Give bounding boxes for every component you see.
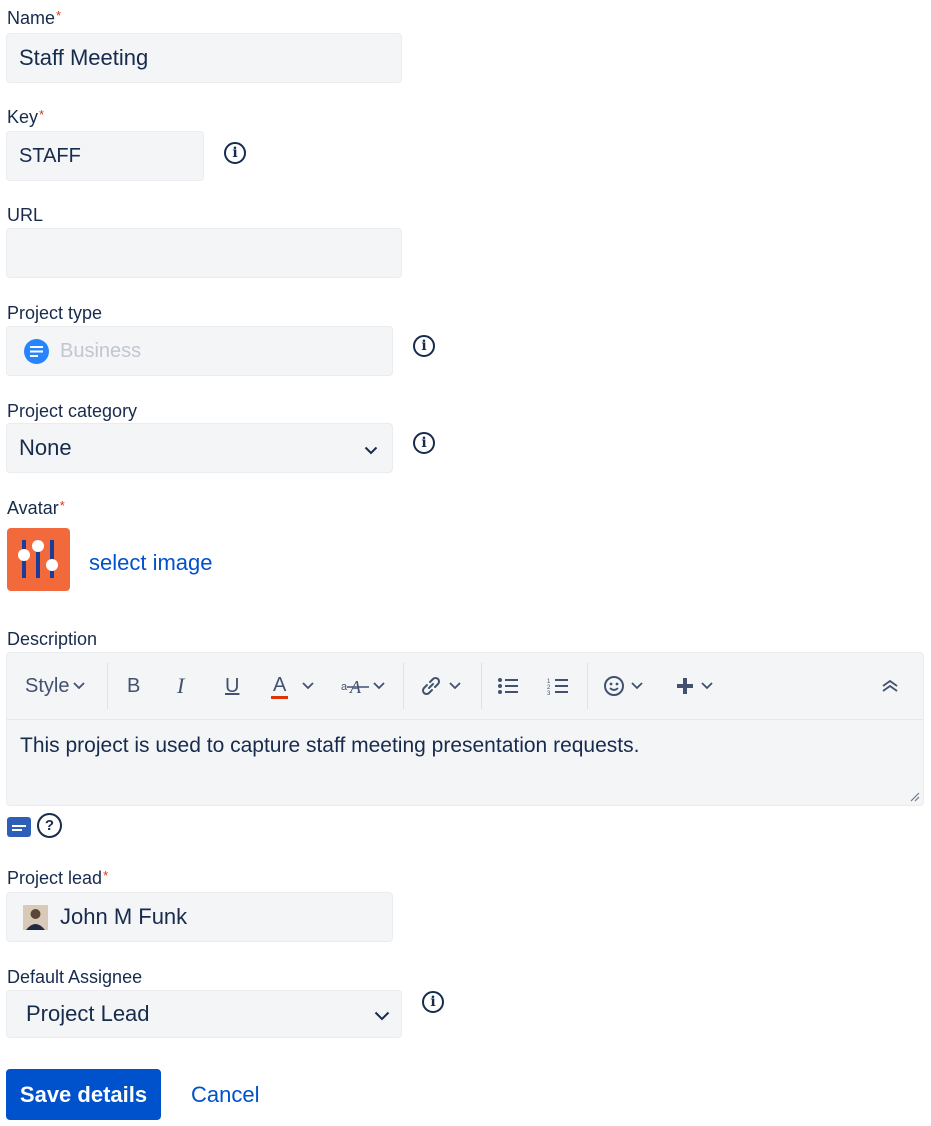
chevron-down-icon — [73, 682, 86, 690]
required-marker: * — [59, 498, 65, 513]
default-assignee-select[interactable]: Project Lead — [6, 990, 402, 1038]
url-label: URL — [7, 205, 44, 225]
bold-button[interactable]: B — [127, 653, 140, 719]
emoji-icon — [604, 676, 624, 696]
svg-text:a: a — [341, 681, 348, 693]
italic-button[interactable]: I — [177, 653, 184, 719]
description-editor[interactable]: This project is used to capture staff me… — [6, 720, 924, 806]
style-dropdown[interactable]: Style — [25, 653, 86, 719]
chevron-down-icon — [374, 1001, 390, 1027]
bullet-list-icon — [498, 678, 518, 694]
avatar-label: Avatar* — [7, 498, 65, 518]
name-label: Name* — [7, 8, 62, 28]
info-icon[interactable]: i — [224, 142, 246, 164]
toolbar-divider — [403, 663, 404, 709]
cancel-link[interactable]: Cancel — [191, 1082, 259, 1108]
required-marker: * — [56, 8, 62, 23]
collapse-toolbar-button[interactable] — [881, 653, 899, 719]
info-icon[interactable]: i — [422, 991, 444, 1013]
bullet-list-button[interactable] — [497, 653, 519, 719]
help-icon[interactable]: ? — [37, 813, 62, 838]
wiki-markup-icon[interactable] — [7, 817, 31, 837]
key-input[interactable]: STAFF — [6, 131, 204, 181]
default-assignee-label: Default Assignee — [7, 967, 143, 987]
project-type-field: Business — [6, 326, 393, 376]
description-label: Description — [7, 629, 98, 649]
clear-formatting-button[interactable]: aA — [341, 653, 385, 719]
key-input-value: STAFF — [19, 144, 81, 167]
chevron-down-icon — [631, 682, 643, 690]
style-label: Style — [25, 674, 70, 697]
description-text: This project is used to capture staff me… — [20, 734, 640, 757]
avatar-image — [7, 528, 70, 591]
toolbar-divider — [481, 663, 482, 709]
select-image-link[interactable]: select image — [89, 550, 213, 576]
chevron-down-icon — [449, 682, 461, 690]
project-category-label: Project category — [7, 401, 138, 421]
emoji-button[interactable] — [603, 653, 643, 719]
plus-icon — [677, 678, 693, 694]
project-category-value: None — [19, 435, 72, 460]
info-icon[interactable]: i — [413, 335, 435, 357]
link-icon — [421, 676, 441, 696]
project-lead-picker[interactable]: John M Funk — [6, 892, 393, 942]
toolbar-divider — [107, 663, 108, 709]
project-type-value: Business — [60, 339, 142, 362]
name-input-value: Staff Meeting — [19, 45, 149, 70]
clear-formatting-icon: aA — [341, 677, 369, 696]
italic-label: I — [177, 673, 185, 698]
chevron-down-icon — [302, 682, 314, 690]
underline-label: U — [225, 674, 240, 697]
numbered-list-button[interactable]: 123 — [547, 653, 569, 719]
project-type-label: Project type — [7, 303, 103, 323]
required-marker: * — [103, 868, 109, 883]
text-color-button[interactable]: A — [271, 653, 314, 719]
required-marker: * — [39, 107, 45, 122]
insert-button[interactable] — [675, 653, 713, 719]
project-lead-value: John M Funk — [60, 904, 188, 929]
url-input[interactable] — [6, 228, 402, 278]
chevron-down-icon — [364, 435, 378, 461]
info-icon[interactable]: i — [413, 432, 435, 454]
link-button[interactable] — [419, 653, 461, 719]
chevron-down-icon — [373, 682, 385, 690]
resize-handle-icon[interactable] — [908, 790, 920, 802]
key-label: Key* — [7, 107, 45, 127]
project-category-select[interactable]: None — [6, 423, 393, 473]
project-lead-label: Project lead* — [7, 868, 109, 888]
save-details-button[interactable]: Save details — [6, 1069, 161, 1120]
underline-button[interactable]: U — [225, 653, 239, 719]
collapse-icon — [882, 679, 898, 692]
editor-toolbar: Style B I U A aA 123 — [6, 652, 924, 720]
numbered-list-icon: 123 — [547, 679, 568, 695]
default-assignee-value: Project Lead — [26, 1001, 150, 1026]
business-icon — [24, 338, 49, 364]
bold-label: B — [127, 674, 141, 697]
svg-text:3: 3 — [547, 691, 551, 695]
text-color-label: A — [271, 674, 289, 699]
avatar — [23, 904, 48, 930]
toolbar-divider — [587, 663, 588, 709]
name-input[interactable]: Staff Meeting — [6, 33, 402, 83]
chevron-down-icon — [701, 682, 713, 690]
